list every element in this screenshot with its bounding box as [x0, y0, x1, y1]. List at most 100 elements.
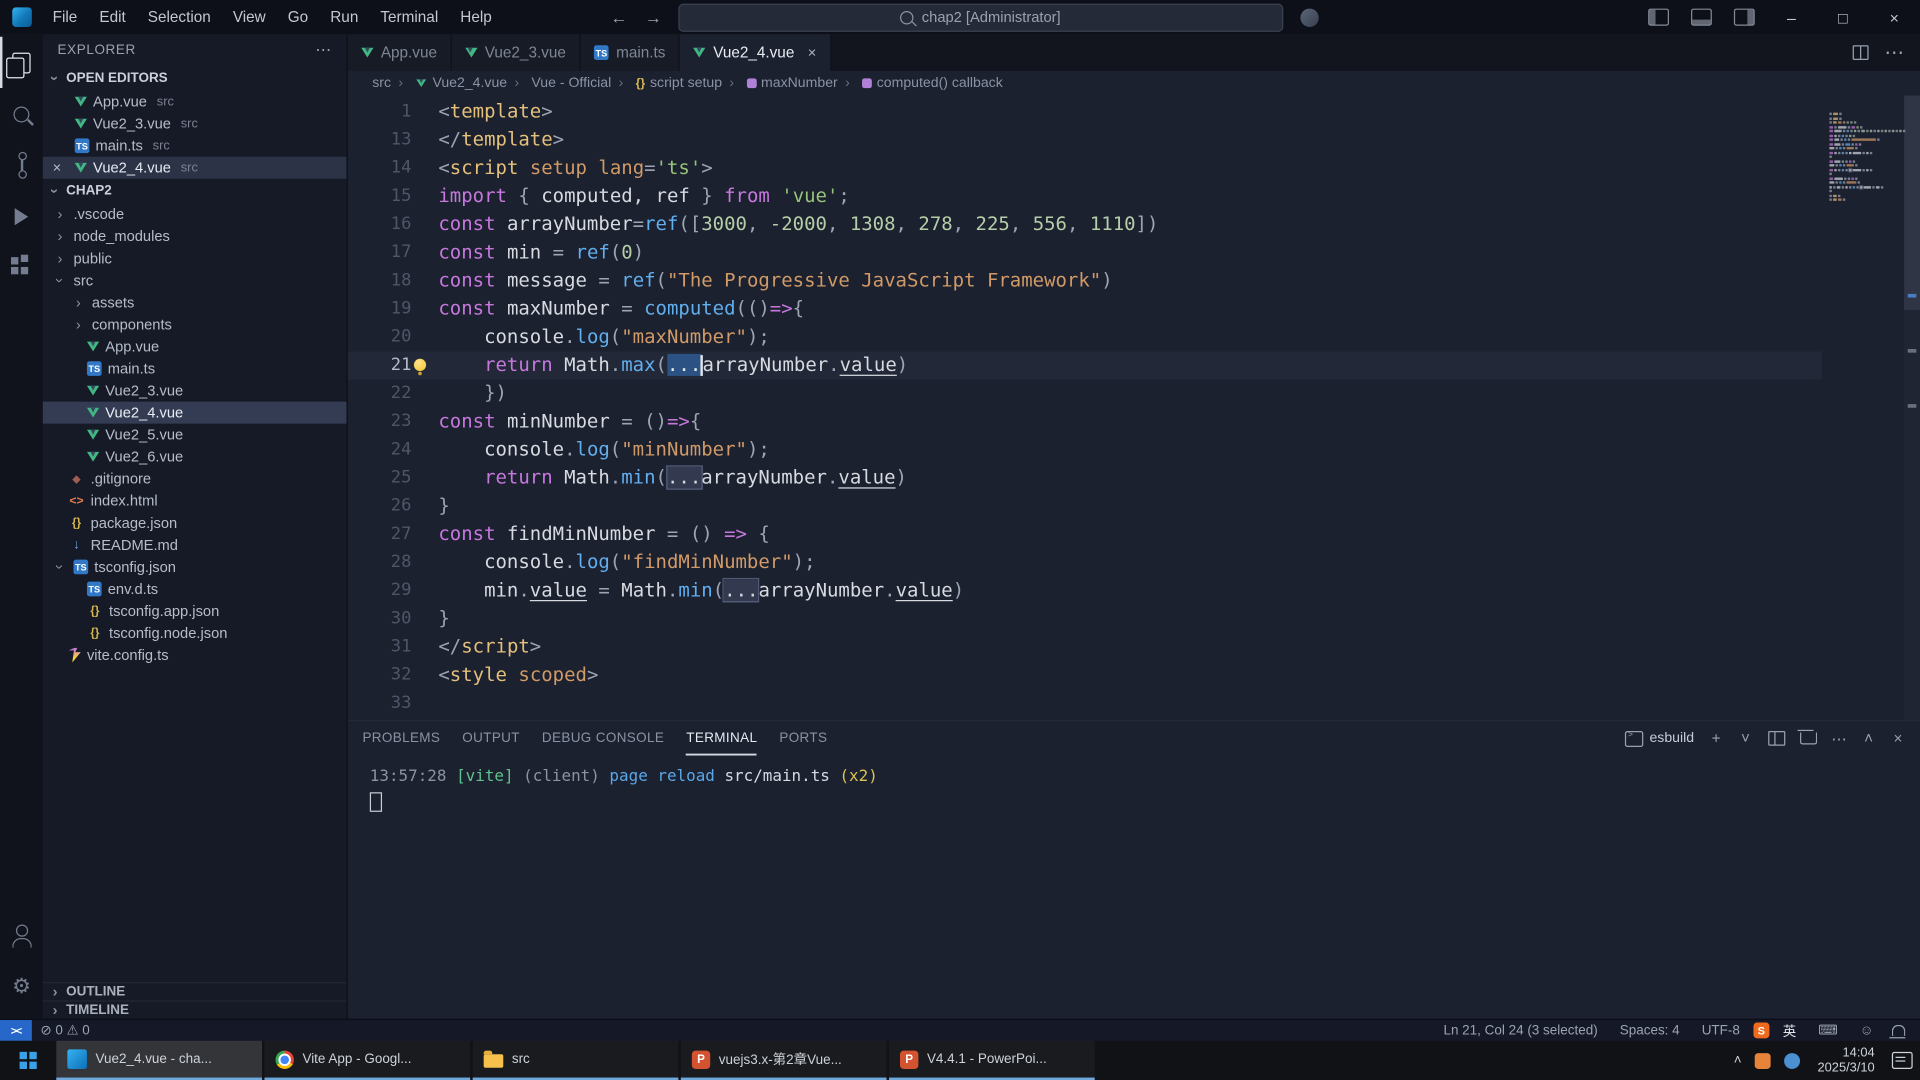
- open-editor-item[interactable]: TSmain.tssrc: [43, 135, 347, 157]
- forward-button[interactable]: →: [636, 7, 670, 27]
- line-number[interactable]: 31: [348, 633, 412, 661]
- panel-tab[interactable]: DEBUG CONSOLE: [542, 721, 664, 755]
- activity-git[interactable]: [0, 140, 43, 191]
- code-line[interactable]: 23const minNumber = ()=>{: [348, 408, 1822, 436]
- section-outline[interactable]: ›OUTLINE: [43, 982, 347, 1000]
- code-line[interactable]: 24 console.log("minNumber");: [348, 436, 1822, 464]
- sogou-ime-icon[interactable]: S: [1753, 1022, 1769, 1038]
- activity-explorer[interactable]: [0, 37, 43, 88]
- terminal-output[interactable]: 13:57:28 [vite] (client) page reload src…: [348, 756, 1920, 1019]
- line-number[interactable]: 17: [348, 239, 412, 267]
- tray-icon-orange[interactable]: [1755, 1052, 1771, 1068]
- code-line[interactable]: 1<template>: [348, 98, 1822, 126]
- code-line[interactable]: 19const maxNumber = computed(()=>{: [348, 295, 1822, 323]
- activity-search[interactable]: [0, 88, 43, 139]
- file-row[interactable]: vite.config.ts: [43, 644, 347, 666]
- line-number[interactable]: 30: [348, 605, 412, 633]
- cursor-position[interactable]: Ln 21, Col 24 (3 selected): [1435, 1023, 1606, 1038]
- line-number[interactable]: 25: [348, 464, 412, 492]
- code-editor[interactable]: 1<template>13</template>14<script setup …: [348, 96, 1920, 720]
- toggle-panel-icon[interactable]: [1691, 9, 1712, 26]
- explorer-more-icon[interactable]: ⋯: [315, 40, 332, 60]
- line-number[interactable]: 33: [348, 689, 412, 717]
- taskbar-item[interactable]: src: [473, 1041, 679, 1080]
- file-row[interactable]: TSmain.ts: [43, 358, 347, 380]
- code-line[interactable]: 17const min = ref(0): [348, 239, 1822, 267]
- tray-icon-blue[interactable]: [1784, 1052, 1800, 1068]
- breadcrumb-item[interactable]: Vue - Official: [507, 76, 611, 91]
- menu-edit[interactable]: Edit: [88, 9, 136, 26]
- code-line[interactable]: 29 min.value = Math.min(...arrayNumber.v…: [348, 577, 1822, 605]
- split-terminal-icon[interactable]: [1768, 731, 1785, 746]
- line-number[interactable]: 28: [348, 549, 412, 577]
- code-line[interactable]: 13</template>: [348, 126, 1822, 154]
- taskbar-item[interactable]: Pvuejs3.x-第2章Vue...: [681, 1041, 887, 1080]
- folder-row[interactable]: ›src: [43, 269, 347, 291]
- toggle-secondary-sidebar-icon[interactable]: [1734, 9, 1755, 26]
- editor-tab[interactable]: Vue2_3.vue: [452, 34, 581, 71]
- breadcrumb-item[interactable]: Vue2_4.vue: [391, 76, 507, 91]
- folder-row[interactable]: ›assets: [43, 291, 347, 313]
- activity-ext[interactable]: [0, 242, 43, 293]
- profile-icon[interactable]: [1300, 8, 1318, 26]
- line-number[interactable]: 21: [348, 351, 412, 379]
- folder-row[interactable]: ›node_modules: [43, 225, 347, 247]
- code-line[interactable]: 22 }): [348, 380, 1822, 408]
- file-row[interactable]: Vue2_5.vue: [43, 424, 347, 446]
- line-number[interactable]: 19: [348, 295, 412, 323]
- new-terminal-button[interactable]: +: [1709, 730, 1724, 747]
- code-line[interactable]: 31</script>: [348, 633, 1822, 661]
- folder-row[interactable]: ›public: [43, 247, 347, 269]
- close-panel-icon[interactable]: ×: [1891, 730, 1906, 747]
- line-number[interactable]: 14: [348, 154, 412, 182]
- menu-view[interactable]: View: [222, 9, 277, 26]
- taskbar-item[interactable]: Vue2_4.vue - cha...: [56, 1041, 262, 1080]
- breadcrumb-item[interactable]: {}script setup: [611, 76, 722, 91]
- split-editor-icon[interactable]: [1853, 45, 1869, 60]
- menu-run[interactable]: Run: [319, 9, 369, 26]
- indentation[interactable]: Spaces: 4: [1611, 1023, 1688, 1038]
- feedback-smiley-icon[interactable]: ☺: [1851, 1023, 1882, 1038]
- panel-tab[interactable]: OUTPUT: [462, 721, 520, 755]
- start-button[interactable]: [0, 1041, 56, 1080]
- editor-tab[interactable]: App.vue: [348, 34, 452, 71]
- activity-debug[interactable]: [0, 191, 43, 242]
- menu-go[interactable]: Go: [277, 9, 319, 26]
- line-number[interactable]: 15: [348, 182, 412, 210]
- file-row[interactable]: Vue2_3.vue: [43, 380, 347, 402]
- file-row[interactable]: ◆.gitignore: [43, 468, 347, 490]
- panel-tab[interactable]: TERMINAL: [686, 721, 757, 755]
- line-number[interactable]: 29: [348, 577, 412, 605]
- close-button[interactable]: ×: [1869, 0, 1920, 34]
- code-line[interactable]: 18const message = ref("The Progressive J…: [348, 267, 1822, 295]
- code-line[interactable]: 27const findMinNumber = () => {: [348, 520, 1822, 548]
- toggle-sidebar-icon[interactable]: [1648, 9, 1669, 26]
- code-line[interactable]: 16const arrayNumber=ref([3000, -2000, 13…: [348, 211, 1822, 239]
- kill-terminal-icon[interactable]: [1799, 732, 1816, 744]
- panel-tab[interactable]: PORTS: [779, 721, 827, 755]
- code-line[interactable]: 14<script setup lang='ts'>: [348, 154, 1822, 182]
- maximize-button[interactable]: □: [1817, 0, 1868, 34]
- remote-indicator[interactable]: ><: [0, 1020, 32, 1041]
- keyboard-icon[interactable]: ⌨: [1810, 1022, 1847, 1038]
- open-editor-item[interactable]: ×Vue2_4.vuesrc: [43, 157, 347, 179]
- line-number[interactable]: 27: [348, 520, 412, 548]
- file-row[interactable]: TSenv.d.ts: [43, 578, 347, 600]
- menu-selection[interactable]: Selection: [137, 9, 222, 26]
- line-number[interactable]: 23: [348, 408, 412, 436]
- open-editor-item[interactable]: App.vuesrc: [43, 91, 347, 113]
- code-line[interactable]: 33: [348, 689, 1822, 717]
- clock[interactable]: 14:04 2025/3/10: [1814, 1045, 1879, 1076]
- code-line[interactable]: 15import { computed, ref } from 'vue';: [348, 182, 1822, 210]
- breadcrumb-item[interactable]: maxNumber: [722, 76, 838, 91]
- maximize-panel-icon[interactable]: ˄: [1861, 730, 1876, 747]
- code-line[interactable]: 30}: [348, 605, 1822, 633]
- panel-tab[interactable]: PROBLEMS: [362, 721, 440, 755]
- breadcrumb-item[interactable]: computed() callback: [838, 76, 1003, 91]
- ime-language[interactable]: 英: [1774, 1021, 1805, 1041]
- file-row[interactable]: {}tsconfig.node.json: [43, 622, 347, 644]
- back-button[interactable]: ←: [602, 7, 636, 27]
- code-line[interactable]: 21 return Math.max(...arrayNumber.value): [348, 351, 1822, 379]
- editor-scrollbar[interactable]: [1904, 96, 1920, 720]
- line-number[interactable]: 24: [348, 436, 412, 464]
